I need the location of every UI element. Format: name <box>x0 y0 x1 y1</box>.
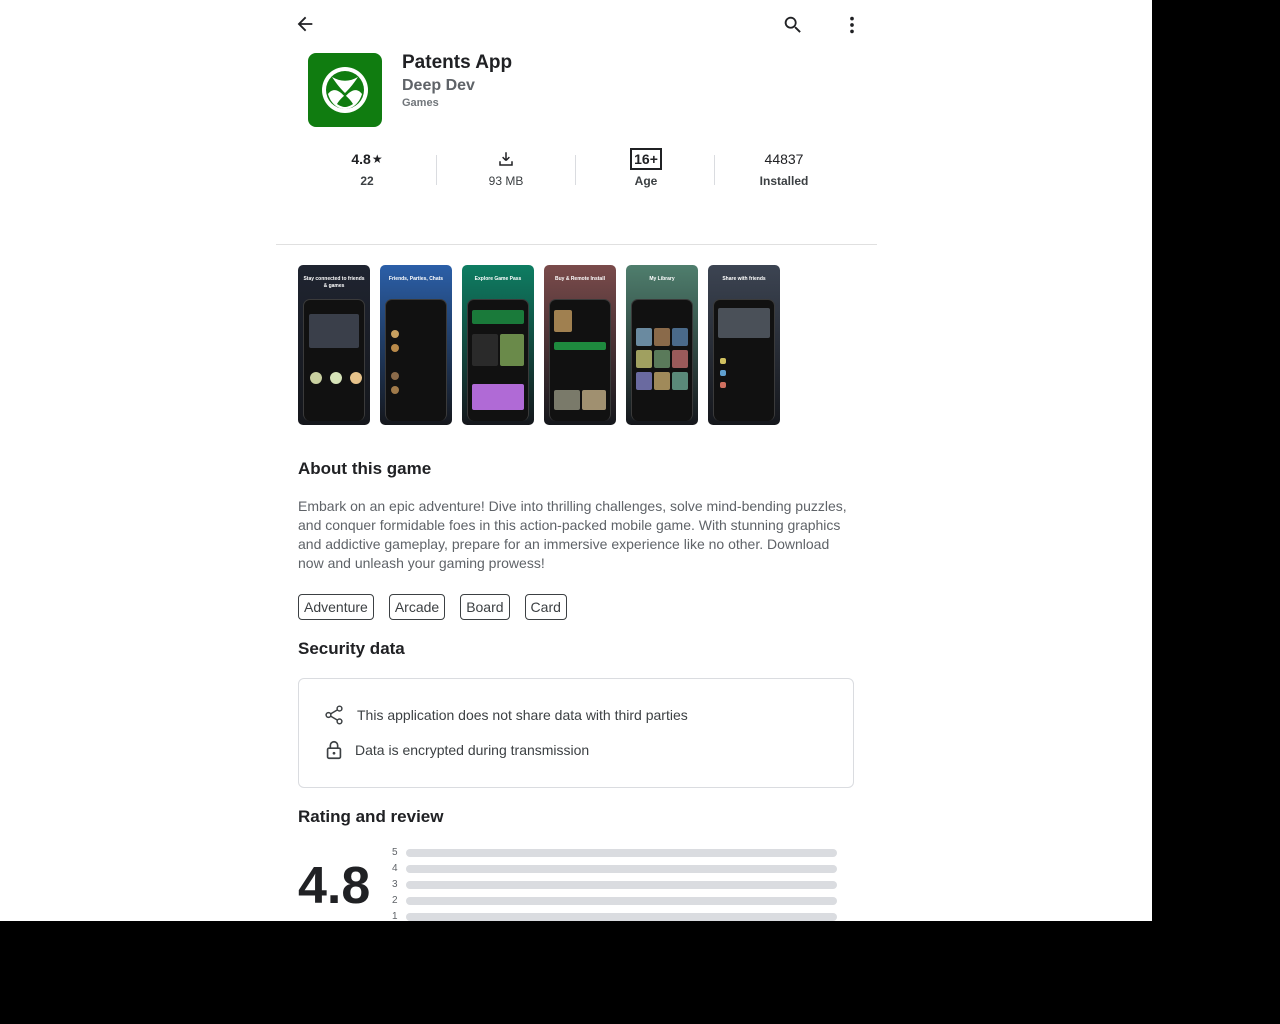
rating-bar-track <box>406 880 837 889</box>
stat-rating: 4.8 ★ 22 <box>307 148 427 188</box>
screenshot-3[interactable]: Explore Game Pass <box>462 265 534 425</box>
age-rating-badge: 16+ <box>630 148 662 170</box>
stat-divider <box>436 155 437 185</box>
screenshot-2[interactable]: Friends, Parties, Chats <box>380 265 452 425</box>
rating-bar-label: 1 <box>392 911 398 921</box>
rating-value: 4.8 <box>351 151 371 167</box>
rating-bar-4: 4 <box>392 863 837 874</box>
screenshot-6[interactable]: Share with friends <box>708 265 780 425</box>
star-icon: ★ <box>371 152 383 166</box>
security-card: This application does not share data wit… <box>298 678 854 788</box>
installs-label: Installed <box>759 174 809 188</box>
security-heading: Security data <box>298 639 405 658</box>
tag-card[interactable]: Card <box>524 594 567 620</box>
security-item-encryption: Data is encrypted during transmission <box>323 739 589 761</box>
rating-bar-track <box>406 848 837 857</box>
more-vert-icon <box>850 16 854 34</box>
app-icon <box>308 53 382 127</box>
about-heading: About this game <box>298 459 432 478</box>
share-icon <box>325 705 343 725</box>
rating-count: 22 <box>360 174 374 188</box>
security-item-text: This application does not share data wit… <box>357 707 688 723</box>
rating-bar-1: 1 <box>392 911 837 921</box>
rating-bar-label: 5 <box>392 847 398 858</box>
developer-link[interactable]: Deep Dev <box>402 77 475 95</box>
screenshot-caption: Friends, Parties, Chats <box>388 276 444 282</box>
stat-divider <box>575 155 576 185</box>
download-icon <box>499 152 513 166</box>
tag-board[interactable]: Board <box>460 594 510 620</box>
stat-age: 16+ Age <box>586 148 706 188</box>
back-button[interactable] <box>291 10 319 38</box>
app-size: 93 MB <box>488 174 524 188</box>
installs-count: 44837 <box>764 151 804 167</box>
security-item-text: Data is encrypted during transmission <box>355 742 590 758</box>
rating-bar-label: 3 <box>392 879 398 890</box>
screenshot-5[interactable]: My Library <box>626 265 698 425</box>
arrow-back-icon <box>297 16 313 32</box>
app-detail-screen: Patents App Deep Dev Games 4.8 ★ 22 93 M… <box>0 0 1152 921</box>
phone-mockup <box>467 299 529 421</box>
security-item-sharing: This application does not share data wit… <box>323 704 688 726</box>
age-label: Age <box>634 174 658 188</box>
rating-bar-5: 5 <box>392 847 837 858</box>
phone-mockup <box>713 299 775 421</box>
rating-bar-3: 3 <box>392 879 837 890</box>
average-rating: 4.8 <box>298 857 371 915</box>
phone-mockup <box>631 299 693 421</box>
genre-tags: Adventure Arcade Board Card <box>298 594 567 620</box>
screenshot-1[interactable]: Stay connected to friends & games <box>298 265 370 425</box>
rating-heading: Rating and review <box>298 807 444 826</box>
xbox-logo-icon <box>322 67 368 113</box>
app-description: Embark on an epic adventure! Dive into t… <box>298 498 847 571</box>
rating-bar-2: 2 <box>392 895 837 906</box>
search-icon <box>784 16 801 33</box>
phone-mockup <box>549 299 611 421</box>
stat-divider <box>714 155 715 185</box>
rating-bar-track <box>406 864 837 873</box>
screenshot-caption: Share with friends <box>722 276 766 282</box>
rating-bar-track <box>406 896 837 905</box>
rating-bar-track <box>406 912 837 921</box>
stat-installs: 44837 Installed <box>724 148 844 188</box>
more-options-button[interactable] <box>838 11 866 39</box>
screenshot-caption: Explore Game Pass <box>474 276 522 282</box>
tag-arcade[interactable]: Arcade <box>388 594 446 620</box>
stat-size: 93 MB <box>446 148 566 188</box>
app-category: Games <box>402 97 439 109</box>
phone-mockup <box>385 299 447 421</box>
rating-bar-label: 2 <box>392 895 398 906</box>
app-title: Patents App <box>402 52 513 73</box>
rating-bar-label: 4 <box>392 863 398 874</box>
search-button[interactable] <box>779 11 807 39</box>
phone-mockup <box>303 299 365 421</box>
screenshot-4[interactable]: Buy & Remote Install <box>544 265 616 425</box>
screenshot-caption: Stay connected to friends & games <box>303 276 365 289</box>
lock-icon <box>326 740 342 760</box>
screenshot-caption: Buy & Remote Install <box>554 276 605 282</box>
tag-adventure[interactable]: Adventure <box>298 594 374 620</box>
screenshot-caption: My Library <box>649 276 675 282</box>
section-divider <box>276 244 877 245</box>
age-badge-text: 16+ <box>634 151 658 167</box>
